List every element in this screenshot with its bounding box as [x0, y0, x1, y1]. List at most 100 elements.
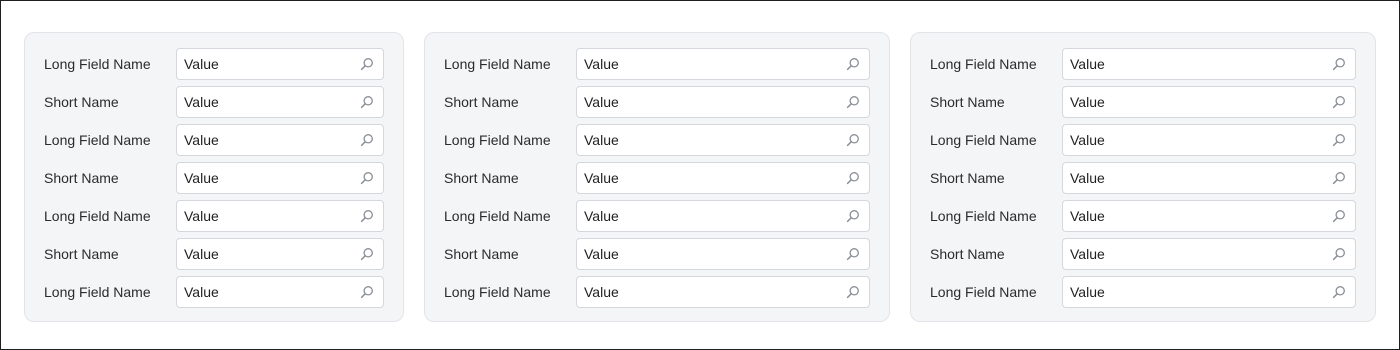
lookup-input[interactable]	[1063, 87, 1355, 117]
form-row: Long Field Name	[911, 276, 1375, 308]
lookup-field	[176, 124, 384, 156]
lookup-input[interactable]	[177, 49, 383, 79]
field-label: Short Name	[444, 170, 519, 186]
form-row: Long Field Name	[25, 48, 403, 80]
field-label: Long Field Name	[44, 208, 151, 224]
search-icon[interactable]	[1332, 209, 1346, 223]
field-label: Long Field Name	[444, 284, 551, 300]
search-icon[interactable]	[846, 209, 860, 223]
lookup-field	[1062, 86, 1356, 118]
form-panel-3: Long Field Name Short Name Long Field Name…	[910, 32, 1376, 322]
field-label: Long Field Name	[930, 132, 1037, 148]
lookup-input[interactable]	[577, 49, 869, 79]
field-label: Long Field Name	[930, 208, 1037, 224]
field-label: Long Field Name	[444, 132, 551, 148]
search-icon[interactable]	[1332, 247, 1346, 261]
form-row: Short Name	[25, 86, 403, 118]
lookup-field	[176, 86, 384, 118]
search-icon[interactable]	[846, 57, 860, 71]
search-icon[interactable]	[846, 133, 860, 147]
lookup-field	[176, 162, 384, 194]
lookup-field	[176, 200, 384, 232]
lookup-field	[576, 124, 870, 156]
form-row: Short Name	[425, 86, 889, 118]
field-label: Long Field Name	[930, 56, 1037, 72]
lookup-field	[576, 48, 870, 80]
lookup-field	[576, 86, 870, 118]
search-icon[interactable]	[360, 57, 374, 71]
field-label: Short Name	[44, 246, 119, 262]
search-icon[interactable]	[360, 95, 374, 109]
form-row: Long Field Name	[911, 124, 1375, 156]
lookup-input[interactable]	[577, 277, 869, 307]
lookup-input[interactable]	[577, 163, 869, 193]
form-row: Short Name	[911, 86, 1375, 118]
lookup-field	[1062, 238, 1356, 270]
lookup-field	[176, 238, 384, 270]
search-icon[interactable]	[1332, 95, 1346, 109]
form-row: Short Name	[25, 238, 403, 270]
field-label: Short Name	[444, 94, 519, 110]
lookup-input[interactable]	[577, 201, 869, 231]
field-label: Long Field Name	[444, 56, 551, 72]
field-label: Long Field Name	[930, 284, 1037, 300]
field-label: Short Name	[44, 94, 119, 110]
form-row: Long Field Name	[425, 124, 889, 156]
form-row: Short Name	[911, 162, 1375, 194]
search-icon[interactable]	[360, 171, 374, 185]
lookup-input[interactable]	[1063, 239, 1355, 269]
search-icon[interactable]	[1332, 57, 1346, 71]
search-icon[interactable]	[1332, 133, 1346, 147]
lookup-field	[576, 200, 870, 232]
lookup-input[interactable]	[177, 125, 383, 155]
form-row: Long Field Name	[911, 48, 1375, 80]
lookup-field	[176, 276, 384, 308]
lookup-input[interactable]	[177, 87, 383, 117]
form-row: Short Name	[911, 238, 1375, 270]
lookup-input[interactable]	[577, 125, 869, 155]
field-label: Short Name	[44, 170, 119, 186]
form-frame: Long Field Name Short Name Long Field Name…	[0, 0, 1400, 350]
lookup-input[interactable]	[1063, 277, 1355, 307]
lookup-input[interactable]	[1063, 125, 1355, 155]
lookup-field	[576, 162, 870, 194]
search-icon[interactable]	[846, 171, 860, 185]
form-row: Short Name	[425, 238, 889, 270]
search-icon[interactable]	[846, 247, 860, 261]
search-icon[interactable]	[1332, 171, 1346, 185]
form-panel-1: Long Field Name Short Name Long Field Name…	[24, 32, 404, 322]
form-row: Long Field Name	[425, 200, 889, 232]
field-label: Short Name	[444, 246, 519, 262]
lookup-input[interactable]	[177, 163, 383, 193]
lookup-input[interactable]	[177, 201, 383, 231]
search-icon[interactable]	[846, 285, 860, 299]
lookup-input[interactable]	[1063, 201, 1355, 231]
form-row: Long Field Name	[25, 200, 403, 232]
field-label: Short Name	[930, 246, 1005, 262]
lookup-input[interactable]	[577, 239, 869, 269]
field-label: Long Field Name	[44, 56, 151, 72]
lookup-field	[1062, 200, 1356, 232]
lookup-field	[1062, 162, 1356, 194]
lookup-field	[1062, 48, 1356, 80]
field-label: Short Name	[930, 94, 1005, 110]
lookup-input[interactable]	[1063, 49, 1355, 79]
form-panel-2: Long Field Name Short Name Long Field Name…	[424, 32, 890, 322]
search-icon[interactable]	[360, 209, 374, 223]
search-icon[interactable]	[360, 247, 374, 261]
lookup-field	[1062, 124, 1356, 156]
form-row: Long Field Name	[425, 48, 889, 80]
search-icon[interactable]	[846, 95, 860, 109]
search-icon[interactable]	[360, 133, 374, 147]
lookup-input[interactable]	[1063, 163, 1355, 193]
lookup-input[interactable]	[177, 239, 383, 269]
lookup-field	[1062, 276, 1356, 308]
field-label: Long Field Name	[44, 132, 151, 148]
lookup-input[interactable]	[577, 87, 869, 117]
form-row: Long Field Name	[25, 276, 403, 308]
form-row: Short Name	[425, 162, 889, 194]
search-icon[interactable]	[360, 285, 374, 299]
field-label: Long Field Name	[44, 284, 151, 300]
search-icon[interactable]	[1332, 285, 1346, 299]
lookup-input[interactable]	[177, 277, 383, 307]
